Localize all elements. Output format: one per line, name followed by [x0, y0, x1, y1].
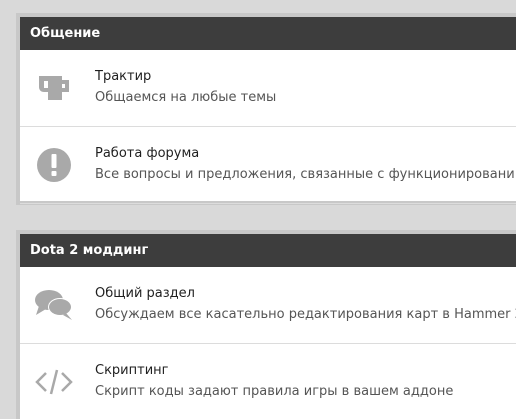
- category-block-general: Общение Трактир Общаемся на любые темы Р…: [16, 13, 516, 205]
- forum-row-general-section[interactable]: Общий раздел Обсуждаем все касательно ре…: [20, 267, 516, 344]
- category-block-dota2-modding: Dota 2 моддинг Общий раздел Обсуждаем вс…: [16, 230, 516, 419]
- forum-index: Общение Трактир Общаемся на любые темы Р…: [0, 0, 516, 419]
- forum-title[interactable]: Работа форума: [95, 146, 199, 161]
- forum-description: Все вопросы и предложения, связанные с ф…: [95, 167, 515, 182]
- exclamation-circle-icon: [34, 145, 74, 185]
- forum-row-tavern[interactable]: Трактир Общаемся на любые темы: [20, 50, 516, 127]
- forum-description: Обсуждаем все касательно редактирования …: [95, 307, 516, 322]
- category-header[interactable]: Dota 2 моддинг: [20, 234, 516, 267]
- forum-title[interactable]: Общий раздел: [95, 286, 195, 301]
- forum-row-forum-work[interactable]: Работа форума Все вопросы и предложения,…: [20, 127, 516, 204]
- forum-description: Скрипт коды задают правила игры в вашем …: [95, 384, 454, 399]
- forum-description: Общаемся на любые темы: [95, 90, 277, 105]
- chat-bubbles-icon: [34, 285, 74, 325]
- forum-row-scripting[interactable]: Скриптинг Скрипт коды задают правила игр…: [20, 344, 516, 419]
- forum-title[interactable]: Скриптинг: [95, 363, 168, 378]
- category-header[interactable]: Общение: [20, 17, 516, 50]
- beer-mug-icon: [34, 68, 74, 108]
- code-brackets-icon: [34, 362, 74, 402]
- forum-title[interactable]: Трактир: [95, 69, 151, 84]
